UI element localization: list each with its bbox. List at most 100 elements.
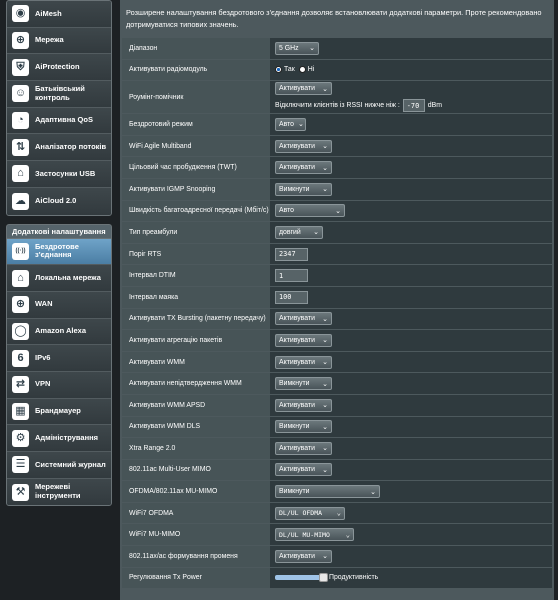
sidebar-item-speedometer[interactable]: ◔ Адаптивна QoS [7, 107, 111, 135]
admin-icon: ⚙ [12, 429, 29, 447]
sidebar-item-ipv6[interactable]: 6 IPv6 [7, 345, 111, 372]
sidebar-item-globe[interactable]: ⊕ Мережа [7, 27, 111, 55]
txpower-label: Регулювання Tx Power [122, 567, 270, 589]
sidebar-item-label: VPN [35, 379, 51, 389]
wmm-select[interactable]: Активувати ⌄ [275, 355, 332, 369]
wifi7-ofdma-select[interactable]: DL/UL OFDMA ⌄ [275, 506, 345, 520]
sidebar-item-label: Адаптивна QoS [35, 115, 93, 125]
wmm-apsd-select[interactable]: Активувати ⌄ [275, 398, 332, 412]
sidebar-item-log[interactable]: ☰ Системний журнал [7, 452, 111, 479]
roaming-select[interactable]: Активувати ⌄ [275, 82, 332, 96]
sidebar-item-label: Бездротове з'єднання [35, 241, 79, 260]
xtra-select[interactable]: Активувати ⌄ [275, 441, 332, 455]
sidebar-item-home-network[interactable]: ⌂ Локальна мережа [7, 265, 111, 292]
sidebar-item-firewall[interactable]: ▦ Брандмауер [7, 398, 111, 426]
row-roaming: Роумінг-помічник Активувати ⌄ Відключити … [122, 81, 552, 115]
advanced-menu: ((·)) Бездротове з'єднання ⌂ Локальна мереж… [6, 237, 112, 507]
beacon-input[interactable]: 100 [275, 290, 308, 304]
band-label: Діапазон [122, 38, 270, 59]
speedometer-icon: ◔ [12, 112, 29, 130]
sidebar-item-mesh[interactable]: ◉ AiMesh [7, 1, 111, 28]
wifi7-mumimo-label: WiFi7 MU-MIMO [122, 524, 270, 546]
preamble-select[interactable]: довгий ⌄ [275, 225, 323, 239]
wmm-noack-select[interactable]: Вимкнути ⌄ [275, 377, 332, 391]
aggregation-select[interactable]: Активувати ⌄ [275, 333, 332, 347]
sidebar-item-family[interactable]: ☺ Батьківський контроль [7, 81, 111, 108]
radio-label: Активувати радіомодуль [122, 59, 270, 81]
beamforming-select[interactable]: Активувати ⌄ [275, 549, 332, 563]
band-select[interactable]: 5 GHz ⌄ [275, 41, 319, 55]
rssi-unit: dBm [427, 102, 442, 110]
traffic-icon: ⇅ [12, 138, 29, 156]
sidebar-item-label: Застосунки USB [35, 168, 96, 178]
sidebar-item-label: Мережеві інструменти [35, 482, 81, 501]
sidebar-item-wireless[interactable]: ((·)) Бездротове з'єднання [7, 238, 111, 266]
alexa-icon: ◯ [12, 322, 29, 340]
main-content: Розширене налаштування бездротового з'єд… [120, 0, 554, 600]
ofdma-label: OFDMA/802.11ax MU-MIMO [122, 481, 270, 502]
vpn-icon: ⇄ [12, 376, 29, 394]
sidebar-item-label: Системний журнал [35, 459, 106, 469]
tx-burst-select[interactable]: Активувати ⌄ [275, 312, 332, 326]
wifi7-mumimo-select[interactable]: DL/UL MU-MIMO ⌄ [275, 528, 354, 542]
aggregation-label: Активувати агрегацію пакетів [122, 330, 270, 351]
txpower-slider[interactable] [275, 573, 328, 583]
shield-icon: ⛨ [12, 58, 29, 76]
settings-table: Діапазон 5 GHz ⌄ Активувати радіомодуль Т… [122, 38, 552, 590]
mesh-icon: ◉ [12, 5, 29, 23]
wmm-dls-select[interactable]: Вимкнути ⌄ [275, 420, 332, 434]
wireless-mode-select[interactable]: Авто ⌄ [275, 117, 306, 131]
family-icon: ☺ [12, 85, 29, 103]
twt-select[interactable]: Активувати ⌄ [275, 161, 332, 175]
twt-label: Цільовий час пробудження (TWT) [122, 157, 270, 178]
sidebar-item-usb[interactable]: ⌂ Застосунки USB [7, 161, 111, 188]
multicast-select[interactable]: Авто ⌄ [275, 204, 345, 218]
dtim-label: Інтервал DTIM [122, 265, 270, 286]
globe-icon: ⊕ [12, 32, 29, 50]
radio-yes[interactable]: Так [275, 66, 295, 74]
sidebar-item-cloud[interactable]: ☁ AiCloud 2.0 [7, 187, 111, 215]
agile-select[interactable]: Активувати ⌄ [275, 139, 332, 153]
wan-globe-icon: ⊕ [12, 296, 29, 314]
sidebar-item-shield[interactable]: ⛨ AiProtection [7, 54, 111, 82]
sidebar-item-traffic[interactable]: ⇅ Аналізатор потоків [7, 134, 111, 162]
main-menu: ◉ AiMesh ⊕ Мережа ⛨ AiProtection ☺ Батьківський… [6, 0, 112, 216]
sidebar: ◉ AiMesh ⊕ Мережа ⛨ AiProtection ☺ Батьківський… [6, 0, 112, 507]
home-network-icon: ⌂ [12, 269, 29, 287]
agile-label: WiFi Agile Multiband [122, 135, 270, 157]
wmm-apsd-label: Активувати WMM APSD [122, 394, 270, 416]
sidebar-item-wan-globe[interactable]: ⊕ WAN [7, 291, 111, 319]
sidebar-item-label: AiMesh [35, 8, 62, 18]
mumimo-select[interactable]: Активувати ⌄ [275, 463, 332, 477]
row-band: Діапазон 5 GHz ⌄ [122, 38, 552, 60]
sidebar-item-alexa[interactable]: ◯ Amazon Alexa [7, 318, 111, 346]
rts-label: Поріг RTS [122, 243, 270, 265]
tools-icon: ⚒ [12, 483, 29, 501]
txpower-slider-knob[interactable] [319, 573, 328, 583]
sidebar-item-label: WAN [35, 299, 53, 309]
sidebar-item-tools[interactable]: ⚒ Мережеві інструменти [7, 478, 111, 506]
sidebar-item-label: IPv6 [35, 352, 51, 362]
wifi7-ofdma-label: WiFi7 OFDMA [122, 502, 270, 524]
sidebar-item-vpn[interactable]: ⇄ VPN [7, 371, 111, 399]
wireless-icon: ((·)) [12, 242, 29, 260]
igmp-select[interactable]: Вимкнути ⌄ [275, 182, 332, 196]
wmm-label: Активувати WMM [122, 351, 270, 373]
dtim-input[interactable]: 1 [275, 269, 308, 283]
rssi-input[interactable]: -70 [402, 99, 425, 113]
sidebar-item-admin[interactable]: ⚙ Адміністрування [7, 425, 111, 452]
firewall-icon: ▦ [12, 402, 29, 420]
xtra-label: Xtra Range 2.0 [122, 438, 270, 459]
rts-input[interactable]: 2347 [275, 247, 308, 261]
beacon-label: Інтервал маяка [122, 286, 270, 308]
multicast-label: Швидкість багатоадресної передачі (Мбіт/… [122, 200, 270, 222]
sidebar-item-label: Локальна мережа [35, 272, 101, 282]
radio-no[interactable]: Ні [298, 66, 314, 74]
tx-burst-label: Активувати TX Bursting (пакетну передачу… [122, 308, 270, 330]
ofdma-select[interactable]: Вимкнути ⌄ [275, 485, 380, 499]
igmp-label: Активувати IGMP Snooping [122, 178, 270, 200]
log-icon: ☰ [12, 456, 29, 474]
ipv6-icon: 6 [12, 349, 29, 367]
txpower-value: Продуктивність [329, 574, 379, 582]
wireless-mode-label: Бездротовий режим [122, 114, 270, 135]
